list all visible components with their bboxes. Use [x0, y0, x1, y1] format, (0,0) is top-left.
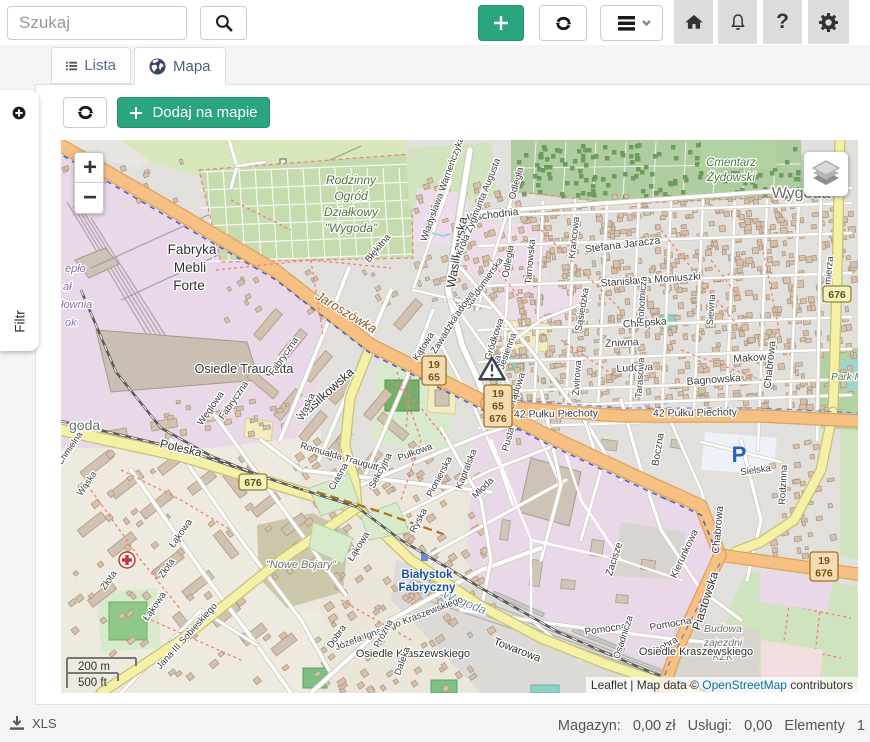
svg-text:65: 65 — [428, 372, 440, 384]
svg-text:Żydowski: Żydowski — [706, 172, 755, 184]
svg-text:Białystok: Białystok — [401, 569, 453, 581]
svg-text:Mebli: Mebli — [174, 260, 206, 275]
svg-text:676: 676 — [489, 413, 507, 425]
svg-text:łownia: łownia — [61, 299, 92, 311]
svg-text:Cmentarz: Cmentarz — [706, 157, 756, 169]
svg-text:42 Pułku Piechoty: 42 Pułku Piechoty — [653, 406, 738, 419]
svg-text:Ogród: Ogród — [334, 189, 368, 203]
svg-text:Działkowy: Działkowy — [324, 205, 379, 219]
svg-text:Rodzinna: Rodzinna — [777, 464, 790, 505]
svg-text:Żniwna: Żniwna — [605, 335, 640, 350]
svg-text:19: 19 — [492, 388, 504, 400]
svg-text:42 Pułku Piechoty: 42 Pułku Piechoty — [514, 407, 599, 420]
svg-text:Park M: Park M — [831, 372, 858, 383]
svg-text:P: P — [732, 442, 747, 467]
svg-text:200 m: 200 m — [78, 661, 110, 673]
svg-text:19: 19 — [818, 555, 830, 567]
svg-text:676: 676 — [815, 568, 833, 580]
svg-text:65: 65 — [492, 401, 504, 413]
svg-text:epło: epło — [65, 263, 86, 275]
svg-text:Osiedle Kraszewskiego: Osiedle Kraszewskiego — [639, 646, 753, 658]
svg-text:676: 676 — [244, 477, 262, 489]
svg-text:ok: ok — [65, 317, 77, 329]
svg-text:Fabryka: Fabryka — [168, 242, 217, 257]
svg-text:Osiedle Kraszewskiego: Osiedle Kraszewskiego — [356, 648, 470, 660]
svg-text:676: 676 — [828, 289, 846, 301]
svg-text:ał: ał — [63, 281, 72, 293]
svg-text:Forte: Forte — [173, 278, 205, 293]
svg-text:"Nowe Bojary": "Nowe Bojary" — [266, 559, 337, 571]
svg-text:Rodzinny: Rodzinny — [326, 173, 377, 187]
svg-text:19: 19 — [428, 359, 440, 371]
svg-text:"Wygoda": "Wygoda" — [325, 221, 378, 235]
svg-text:Siewna: Siewna — [705, 293, 718, 326]
svg-text:500 ft: 500 ft — [78, 677, 108, 689]
svg-text:Budowa: Budowa — [704, 623, 742, 635]
svg-text:goda: goda — [69, 417, 100, 433]
svg-text:Fabryczny: Fabryczny — [399, 582, 456, 594]
